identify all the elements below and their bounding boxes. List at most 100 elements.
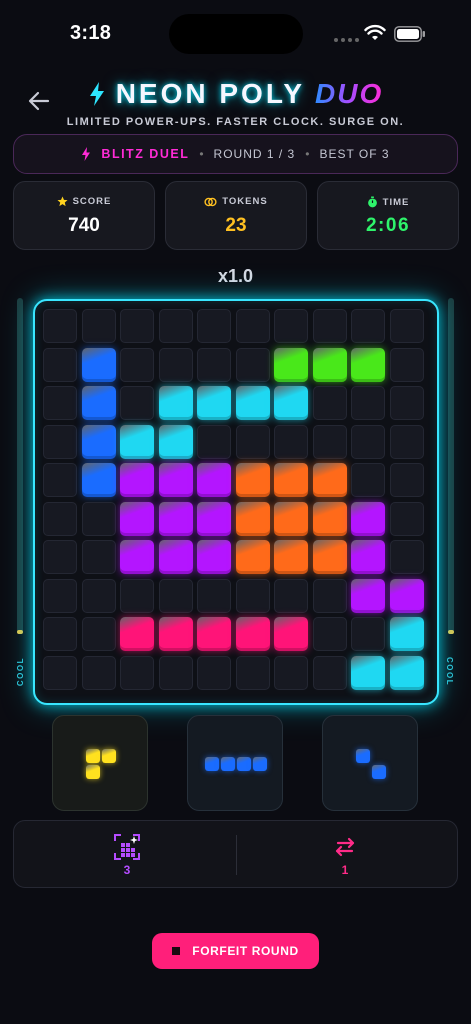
board-cell-empty[interactable] (43, 617, 77, 651)
board-cell-empty[interactable] (43, 578, 77, 613)
board-cell-empty[interactable] (197, 578, 231, 613)
board-cell-empty[interactable] (81, 540, 116, 574)
board-block-magenta[interactable] (274, 617, 308, 651)
board-block-orange[interactable] (274, 463, 308, 497)
board-cell-empty[interactable] (158, 578, 193, 613)
board-cell-empty[interactable] (312, 578, 347, 613)
board-cell-empty[interactable] (120, 347, 154, 382)
board-cell-empty[interactable] (43, 347, 77, 382)
board-cell-empty[interactable] (43, 309, 77, 343)
board-block-cyan[interactable] (274, 386, 308, 420)
board-cell-empty[interactable] (235, 655, 270, 690)
board-cell-empty[interactable] (197, 309, 231, 343)
board-cell-empty[interactable] (312, 309, 347, 343)
board-block-orange[interactable] (274, 501, 308, 536)
board-cell-empty[interactable] (235, 424, 270, 459)
board-cell-empty[interactable] (389, 463, 424, 497)
board-cell-empty[interactable] (81, 655, 116, 690)
board-block-purple[interactable] (351, 578, 385, 613)
board-cell-empty[interactable] (81, 617, 116, 651)
board-block-blue[interactable] (81, 424, 116, 459)
piece-slot-1[interactable] (52, 715, 148, 811)
board-block-magenta[interactable] (120, 617, 154, 651)
board-cell-empty[interactable] (120, 578, 154, 613)
board-cell-empty[interactable] (312, 386, 347, 420)
board-cell-empty[interactable] (351, 463, 385, 497)
board-block-orange[interactable] (312, 463, 347, 497)
board-cell-empty[interactable] (197, 655, 231, 690)
board-cell-empty[interactable] (197, 424, 231, 459)
piece-slot-3[interactable] (322, 715, 418, 811)
board-cell-empty[interactable] (81, 309, 116, 343)
board-cell-empty[interactable] (351, 309, 385, 343)
board-block-orange[interactable] (312, 501, 347, 536)
board-cell-empty[interactable] (389, 424, 424, 459)
board-block-orange[interactable] (235, 501, 270, 536)
grid-bomb-powerup-button[interactable]: 3 (97, 831, 157, 881)
board-block-purple[interactable] (158, 501, 193, 536)
board-cell-empty[interactable] (274, 578, 308, 613)
board-block-cyan[interactable] (389, 655, 424, 690)
board-cell-empty[interactable] (389, 347, 424, 382)
board-block-purple[interactable] (120, 540, 154, 574)
board-cell-empty[interactable] (235, 347, 270, 382)
board-cell-empty[interactable] (158, 655, 193, 690)
board-block-purple[interactable] (120, 463, 154, 497)
board-cell-empty[interactable] (274, 655, 308, 690)
board-block-blue[interactable] (81, 463, 116, 497)
board-block-green[interactable] (351, 347, 385, 382)
board-block-purple[interactable] (389, 578, 424, 613)
board-block-magenta[interactable] (235, 617, 270, 651)
board-block-orange[interactable] (312, 540, 347, 574)
board-cell-empty[interactable] (81, 501, 116, 536)
board-block-green[interactable] (274, 347, 308, 382)
board-cell-empty[interactable] (120, 309, 154, 343)
board-block-blue[interactable] (81, 386, 116, 420)
board-block-purple[interactable] (158, 540, 193, 574)
board-cell-empty[interactable] (351, 386, 385, 420)
board-cell-empty[interactable] (43, 386, 77, 420)
board-block-cyan[interactable] (120, 424, 154, 459)
board-block-purple[interactable] (120, 501, 154, 536)
board-cell-empty[interactable] (43, 655, 77, 690)
board-block-orange[interactable] (235, 463, 270, 497)
board-cell-empty[interactable] (158, 347, 193, 382)
board-block-orange[interactable] (274, 540, 308, 574)
board-block-cyan[interactable] (235, 386, 270, 420)
board-block-purple[interactable] (351, 501, 385, 536)
board-cell-empty[interactable] (43, 424, 77, 459)
board-cell-empty[interactable] (43, 463, 77, 497)
board-cell-empty[interactable] (158, 309, 193, 343)
board-cell-empty[interactable] (197, 347, 231, 382)
board-cell-empty[interactable] (120, 386, 154, 420)
board-block-cyan[interactable] (197, 386, 231, 420)
board-cell-empty[interactable] (351, 424, 385, 459)
board-cell-empty[interactable] (312, 655, 347, 690)
board-cell-empty[interactable] (274, 424, 308, 459)
board-cell-empty[interactable] (120, 655, 154, 690)
board-block-purple[interactable] (197, 540, 231, 574)
board-cell-empty[interactable] (312, 617, 347, 651)
board-cell-empty[interactable] (389, 501, 424, 536)
board-cell-empty[interactable] (312, 424, 347, 459)
board-cell-empty[interactable] (274, 309, 308, 343)
board-cell-empty[interactable] (351, 617, 385, 651)
board-block-cyan[interactable] (351, 655, 385, 690)
board-block-purple[interactable] (197, 463, 231, 497)
board-cell-empty[interactable] (235, 578, 270, 613)
swap-powerup-button[interactable]: 1 (315, 831, 375, 881)
board-block-magenta[interactable] (197, 617, 231, 651)
board-block-cyan[interactable] (389, 617, 424, 651)
board-block-orange[interactable] (235, 540, 270, 574)
board-cell-empty[interactable] (235, 309, 270, 343)
board-cell-empty[interactable] (81, 578, 116, 613)
board-block-magenta[interactable] (158, 617, 193, 651)
game-board[interactable] (33, 299, 439, 705)
board-block-blue[interactable] (81, 347, 116, 382)
board-block-cyan[interactable] (158, 386, 193, 420)
board-cell-empty[interactable] (389, 309, 424, 343)
board-cell-empty[interactable] (389, 386, 424, 420)
board-cell-empty[interactable] (43, 501, 77, 536)
board-block-purple[interactable] (351, 540, 385, 574)
board-block-purple[interactable] (158, 463, 193, 497)
